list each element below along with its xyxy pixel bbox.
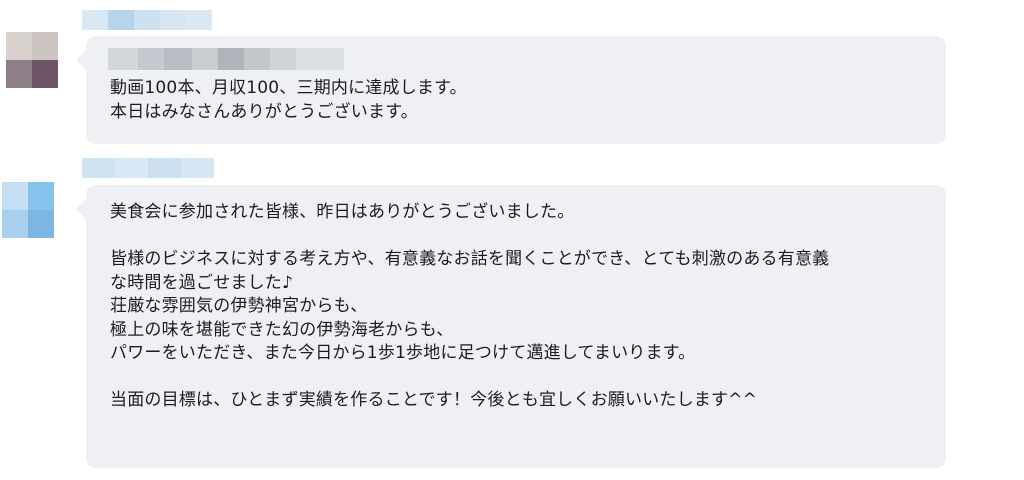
sender-name-redacted[interactable] [82,158,214,178]
user-avatar[interactable] [2,182,54,238]
message-text: 美食会に参加された皆様、昨日はありがとうございました。 皆様のビジネスに対する考… [110,202,830,410]
bubble-tail [76,50,86,70]
bubble-tail [76,199,86,219]
message-text: 動画100本、月収100、三期内に達成します。 本日はみなさんありがとうございま… [110,78,467,122]
chat-thread: 動画100本、月収100、三期内に達成します。 本日はみなさんありがとうございま… [0,0,1024,480]
redacted-text [108,48,344,70]
sender-name-redacted[interactable] [82,10,212,30]
user-avatar[interactable] [6,32,58,88]
